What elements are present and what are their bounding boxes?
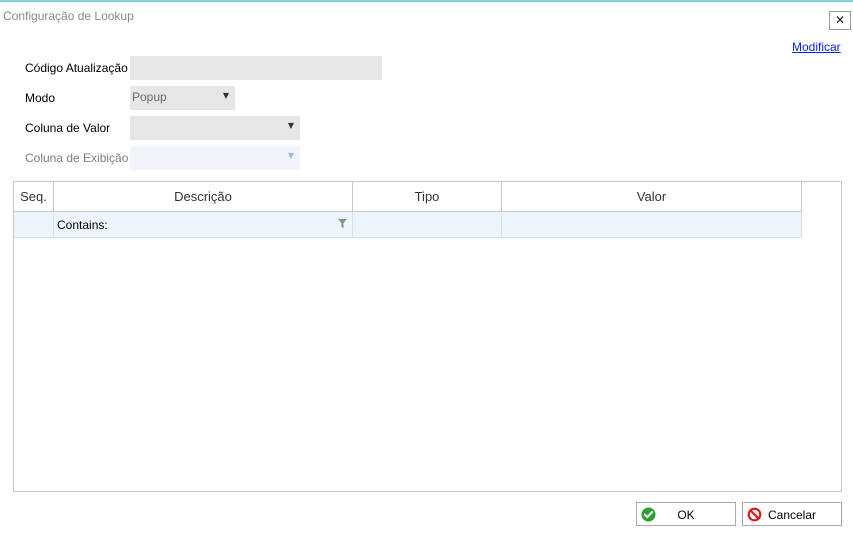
coluna-exibicao-label: Coluna de Exibição — [25, 151, 129, 165]
modo-label: Modo — [25, 91, 56, 105]
chevron-down-icon: ▼ — [222, 91, 229, 100]
filter-row: Contains: — [14, 212, 802, 238]
filter-cell-tipo[interactable] — [353, 212, 502, 237]
filter-cell-descricao[interactable]: Contains: — [54, 212, 353, 237]
close-icon: ✕ — [834, 13, 846, 27]
close-button[interactable]: ✕ — [829, 11, 851, 30]
modo-select[interactable]: Popup ▼ — [130, 86, 235, 110]
cancel-button[interactable]: Cancelar — [742, 502, 842, 526]
codigo-atualizacao-label: Código Atualização — [25, 61, 128, 75]
codigo-atualizacao-input[interactable] — [130, 56, 382, 80]
coluna-valor-label: Coluna de Valor — [25, 121, 111, 135]
column-header-tipo[interactable]: Tipo — [353, 182, 502, 211]
modify-link[interactable]: Modificar — [792, 40, 841, 54]
ok-button[interactable]: OK — [636, 502, 736, 526]
ok-button-label: OK — [677, 508, 695, 522]
column-header-descricao[interactable]: Descrição — [54, 182, 353, 211]
lookup-grid[interactable]: Seq. Descrição Tipo Valor Contains: — [13, 181, 842, 492]
filter-cell-seq[interactable] — [14, 212, 54, 237]
coluna-valor-select[interactable]: ▼ — [130, 116, 300, 140]
cancel-button-label: Cancelar — [767, 508, 817, 522]
chevron-down-icon: ▼ — [287, 151, 294, 160]
filter-icon[interactable] — [338, 219, 347, 228]
grid-header: Seq. Descrição Tipo Valor — [14, 182, 802, 212]
column-header-valor[interactable]: Valor — [502, 182, 802, 211]
modo-selected-value: Popup — [132, 90, 167, 104]
filter-cell-valor[interactable] — [502, 212, 802, 237]
chevron-down-icon: ▼ — [287, 121, 294, 130]
coluna-exibicao-select[interactable]: ▼ — [130, 146, 300, 170]
dialog-title: Configuração de Lookup — [3, 9, 134, 23]
window-top-border — [0, 0, 853, 2]
column-header-seq[interactable]: Seq. — [14, 182, 54, 211]
filter-condition-text: Contains: — [57, 218, 108, 232]
